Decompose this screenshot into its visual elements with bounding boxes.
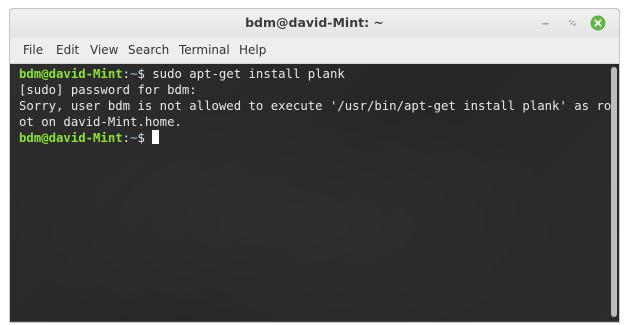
menu-bar: File Edit View Search Terminal Help xyxy=(10,38,619,64)
prompt-symbol: $ xyxy=(137,131,145,145)
maximize-icon[interactable] xyxy=(564,15,580,31)
scrollbar[interactable] xyxy=(611,67,617,317)
menu-file[interactable]: File xyxy=(23,43,43,57)
terminal-line-5: bdm@david-Mint:~$ xyxy=(19,130,160,146)
title-bar[interactable]: bdm@david-Mint: ~ xyxy=(10,9,619,38)
minimize-icon[interactable] xyxy=(538,15,554,31)
command-text: sudo apt-get install plank xyxy=(144,67,345,81)
terminal-line-3: Sorry, user bdm is not allowed to execut… xyxy=(19,99,612,113)
terminal-output[interactable]: bdm@david-Mint:~$ sudo apt-get install p… xyxy=(10,64,619,322)
text-cursor xyxy=(152,130,160,144)
terminal-line-1: bdm@david-Mint:~$ sudo apt-get install p… xyxy=(19,66,345,82)
menu-view[interactable]: View xyxy=(90,43,118,57)
terminal-line-2: [sudo] password for bdm: xyxy=(19,83,197,97)
prompt-user: bdm@david-Mint xyxy=(19,131,123,145)
menu-edit[interactable]: Edit xyxy=(56,43,79,57)
input-text xyxy=(145,131,152,145)
menu-terminal[interactable]: Terminal xyxy=(179,43,230,57)
menu-help[interactable]: Help xyxy=(239,43,266,57)
close-icon[interactable] xyxy=(590,15,606,31)
window-title: bdm@david-Mint: ~ xyxy=(245,15,384,30)
prompt-user: bdm@david-Mint xyxy=(19,67,123,81)
menu-search[interactable]: Search xyxy=(128,43,169,57)
terminal-line-4: ot on david-Mint.home. xyxy=(19,115,182,129)
terminal-window: bdm@david-Mint: ~ File Edit View Search … xyxy=(9,8,620,323)
prompt-separator: : xyxy=(122,67,131,81)
window-bottom-edge xyxy=(10,321,619,322)
prompt-symbol: $ xyxy=(137,67,145,81)
prompt-separator: : xyxy=(122,131,131,145)
